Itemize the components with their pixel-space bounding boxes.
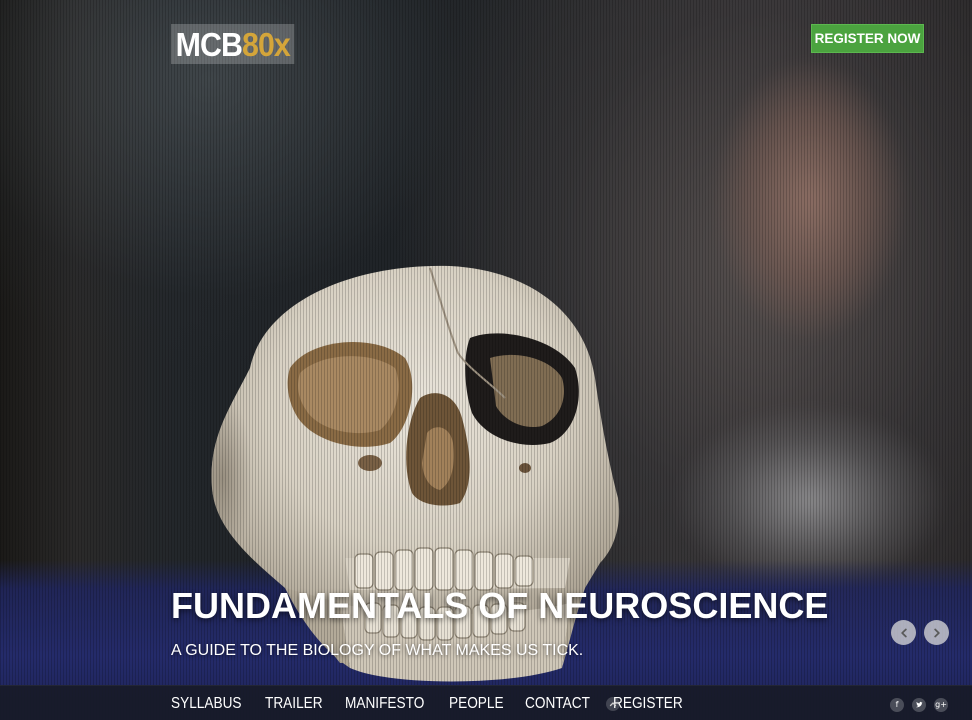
nav-item-people[interactable]: PEOPLE bbox=[449, 686, 504, 720]
site-logo[interactable]: MCB80x bbox=[171, 24, 295, 64]
slider-prev-button[interactable] bbox=[891, 620, 916, 645]
twitter-icon[interactable] bbox=[912, 698, 926, 712]
nav-item-contact[interactable]: CONTACT bbox=[525, 686, 590, 720]
scroll-to-top-button[interactable] bbox=[606, 697, 620, 711]
chevron-right-icon bbox=[933, 628, 940, 637]
nav-item-register[interactable]: REGISTER bbox=[613, 686, 683, 720]
slider-next-button[interactable] bbox=[924, 620, 949, 645]
chevron-left-icon bbox=[900, 628, 907, 637]
twitter-bird-icon bbox=[916, 701, 923, 708]
logo-text-mcb: MCB bbox=[175, 26, 243, 63]
hero-subtitle: A GUIDE TO THE BIOLOGY OF WHAT MAKES US … bbox=[171, 642, 584, 659]
register-now-button[interactable]: REGISTER NOW bbox=[811, 24, 924, 53]
bottom-navbar: SYLLABUS TRAILER MANIFESTO PEOPLE CONTAC… bbox=[0, 685, 972, 720]
googleplus-icon[interactable]: g+ bbox=[934, 698, 948, 712]
nav-item-syllabus[interactable]: SYLLABUS bbox=[171, 686, 242, 720]
logo-text-80x: 80x bbox=[241, 26, 291, 63]
nav-item-manifesto[interactable]: MANIFESTO bbox=[345, 686, 424, 720]
facebook-icon[interactable]: f bbox=[890, 698, 904, 712]
hero-title: FUNDAMENTALS OF NEUROSCIENCE bbox=[171, 585, 829, 626]
chevron-up-icon bbox=[609, 702, 617, 707]
nav-links: SYLLABUS TRAILER MANIFESTO PEOPLE CONTAC… bbox=[171, 686, 706, 720]
nav-item-trailer[interactable]: TRAILER bbox=[265, 686, 323, 720]
hero-banner: MCB80x REGISTER NOW FUNDAMENTALS OF NEUR… bbox=[0, 0, 972, 720]
background-person-image bbox=[640, 0, 972, 620]
